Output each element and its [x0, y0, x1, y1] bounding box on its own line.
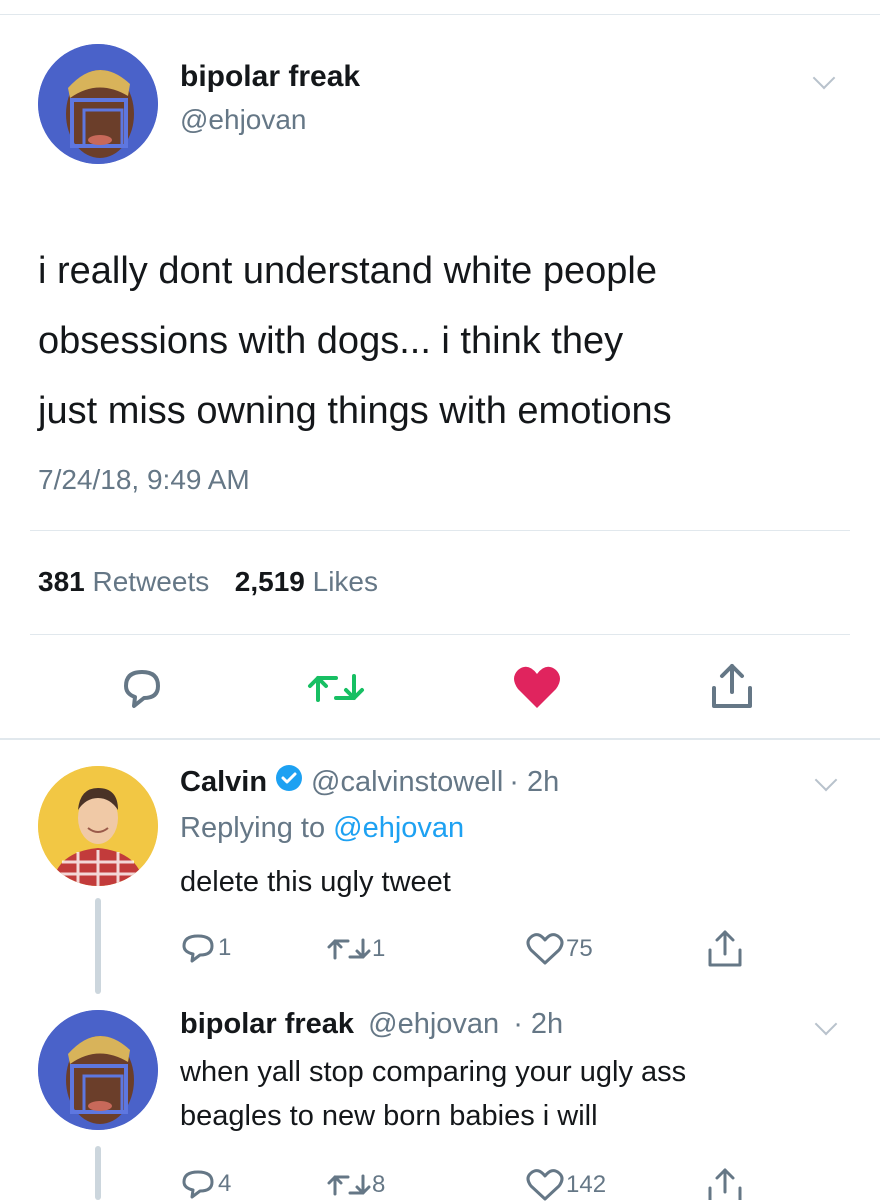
like-button[interactable]: 142 — [526, 1168, 606, 1202]
like-button[interactable]: 75 — [526, 932, 593, 966]
user-photo-icon — [38, 1010, 158, 1130]
heart-filled-icon — [514, 666, 560, 708]
reply-text-line: beagles to new born babies i will — [180, 1100, 598, 1132]
reply-icon — [182, 934, 214, 963]
replying-to-label: Replying to — [180, 812, 326, 844]
avatar[interactable] — [38, 44, 158, 164]
share-button[interactable] — [706, 928, 744, 968]
reply-count: 1 — [218, 934, 232, 961]
reply-button[interactable]: 4 — [180, 1168, 231, 1200]
user-handle[interactable]: @ehjovan — [180, 104, 307, 136]
retweet-button[interactable]: 1 — [326, 934, 385, 964]
reply-button[interactable] — [118, 666, 166, 710]
tweet-text-line: i really dont understand white people — [38, 250, 657, 292]
chevron-down-icon[interactable] — [812, 66, 836, 90]
share-button[interactable] — [710, 662, 754, 710]
engagement-stats: 381 Retweets 2,519 Likes — [38, 566, 378, 598]
reply-text: delete this ugly tweet — [180, 866, 451, 898]
reply-text-line: when yall stop comparing your ugly ass — [180, 1056, 687, 1088]
divider — [30, 530, 850, 531]
reply-time[interactable]: · 2h — [513, 1008, 563, 1040]
reply-header: bipolar freak @ehjovan · 2h — [180, 1008, 563, 1041]
heart-outline-icon — [526, 1169, 564, 1201]
reply-text: when yall stop comparing your ugly ass b… — [180, 1050, 686, 1138]
thread-line — [95, 898, 101, 994]
tweet-text: i really dont understand white people ob… — [38, 236, 868, 446]
retweet-count: 8 — [372, 1171, 386, 1198]
reply-icon — [182, 1170, 214, 1199]
like-button[interactable] — [512, 664, 562, 710]
retweet-icon — [308, 674, 364, 702]
retweet-icon — [327, 938, 371, 960]
avatar[interactable] — [38, 1010, 158, 1130]
like-count: 75 — [566, 935, 593, 962]
divider — [30, 634, 850, 635]
avatar[interactable] — [38, 766, 158, 886]
display-name[interactable]: Calvin — [180, 766, 267, 799]
likes-label[interactable]: Likes — [313, 566, 378, 597]
retweet-count: 1 — [372, 935, 386, 962]
reply-header: Calvin @calvinstowell · 2h — [180, 764, 559, 800]
display-name[interactable]: bipolar freak — [180, 1008, 354, 1040]
chevron-down-icon[interactable] — [814, 768, 838, 792]
share-icon — [708, 930, 742, 967]
retweet-button[interactable] — [306, 668, 366, 708]
verified-badge-icon — [275, 764, 303, 800]
reply-icon — [124, 670, 160, 708]
share-icon — [712, 664, 752, 708]
reply-count: 4 — [218, 1170, 232, 1197]
reply-time[interactable]: · 2h — [509, 766, 559, 799]
tweet-text-line: obsessions with dogs... i think they — [38, 320, 624, 362]
thread-line — [95, 1146, 101, 1200]
likes-count[interactable]: 2,519 — [235, 566, 305, 597]
user-photo-icon — [38, 766, 158, 886]
retweet-button[interactable]: 8 — [326, 1170, 385, 1200]
like-count: 142 — [566, 1171, 607, 1198]
user-handle[interactable]: @ehjovan — [368, 1008, 499, 1040]
display-name[interactable]: bipolar freak — [180, 60, 360, 94]
retweet-icon — [327, 1174, 371, 1196]
user-photo-icon — [38, 44, 158, 164]
section-divider — [0, 738, 880, 740]
share-button[interactable] — [706, 1166, 744, 1200]
tweet-timestamp[interactable]: 7/24/18, 9:49 AM — [38, 464, 250, 496]
chevron-down-icon[interactable] — [814, 1012, 838, 1036]
top-divider — [0, 14, 880, 15]
retweets-label[interactable]: Retweets — [93, 566, 210, 597]
replying-to: Replying to @ehjovan — [180, 812, 464, 845]
tweet-text-line: just miss owning things with emotions — [38, 390, 672, 432]
retweets-count[interactable]: 381 — [38, 566, 85, 597]
user-handle[interactable]: @calvinstowell — [311, 766, 503, 799]
share-icon — [708, 1168, 742, 1200]
replying-to-handle[interactable]: @ehjovan — [333, 812, 464, 844]
heart-outline-icon — [526, 933, 564, 965]
reply-button[interactable]: 1 — [180, 932, 231, 964]
